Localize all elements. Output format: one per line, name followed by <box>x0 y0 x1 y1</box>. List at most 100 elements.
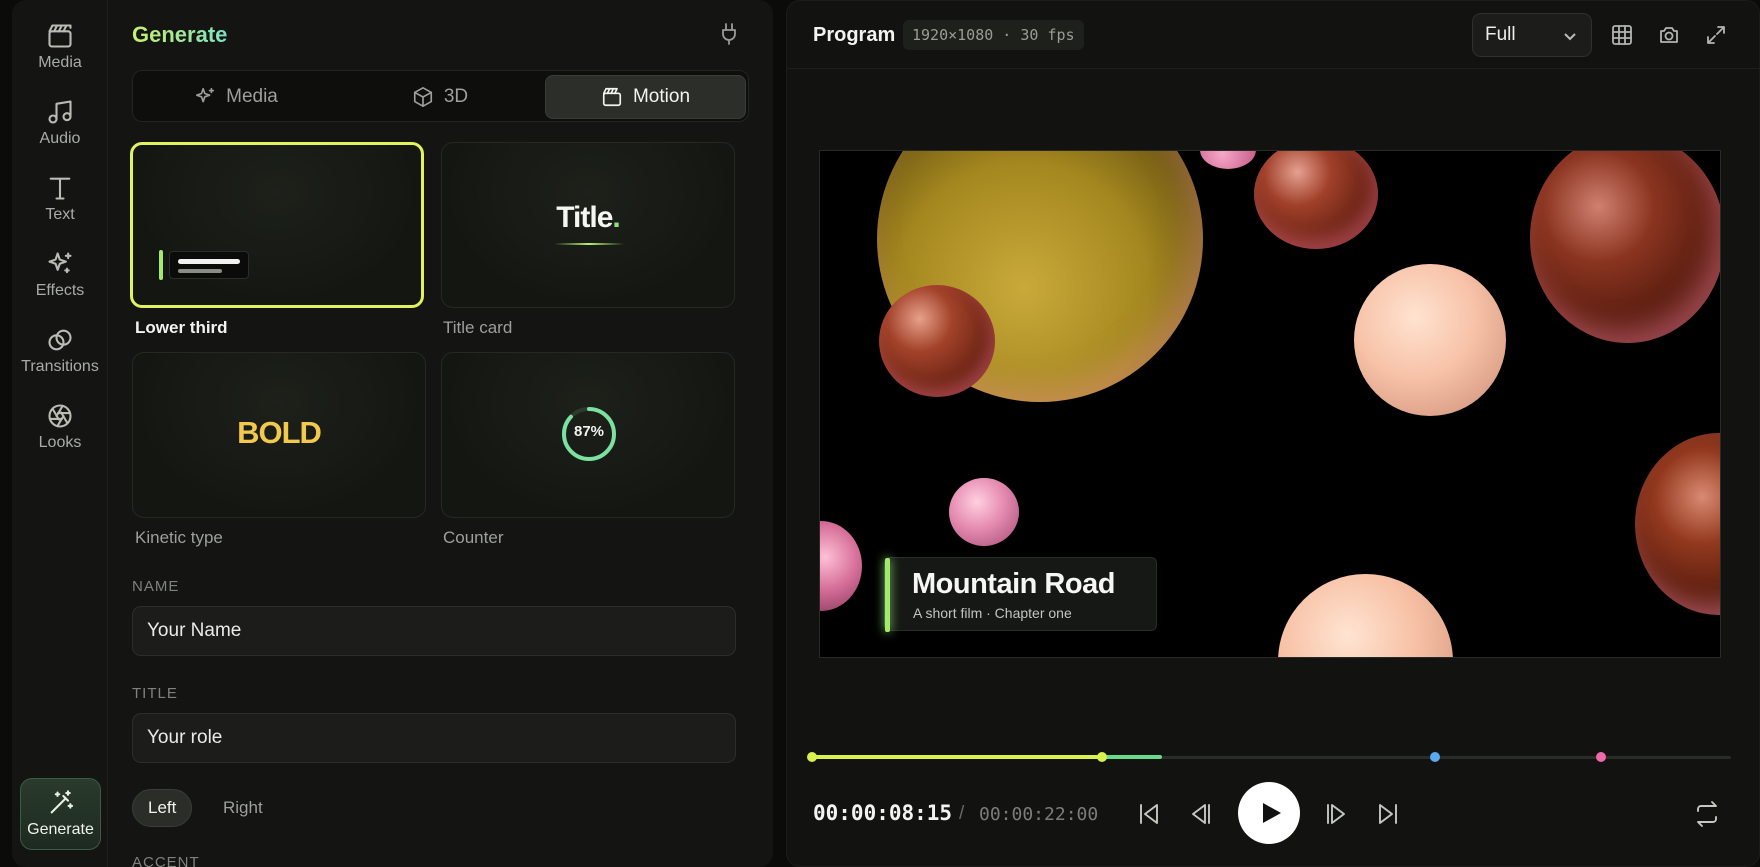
accent-field-label: ACCENT <box>132 854 200 867</box>
loop-icon <box>1697 801 1717 827</box>
clapperboard-icon <box>602 87 622 107</box>
fullscreen-icon[interactable] <box>1704 23 1728 47</box>
left-rail: Media Audio Text Effects Transitions Loo… <box>12 0 108 867</box>
rail-item-label: Looks <box>38 434 82 451</box>
step-back-icon <box>1192 804 1210 824</box>
lower-third-overlay[interactable]: Mountain Road A short film · Chapter one <box>884 557 1157 632</box>
magic-wand-icon <box>50 790 73 814</box>
sphere <box>949 478 1019 546</box>
tab-label: Motion <box>632 86 691 107</box>
preset-card-counter[interactable]: 87% <box>441 352 735 518</box>
overlay-subtitle: A short film · Chapter one <box>913 605 1072 621</box>
lower-third-line <box>178 259 240 264</box>
title-field-label: TITLE <box>132 685 178 702</box>
cube-icon <box>413 87 432 107</box>
grid-icon[interactable] <box>1610 23 1634 47</box>
play-button[interactable] <box>1238 782 1300 844</box>
rail-item-audio[interactable]: Audio <box>12 98 108 164</box>
title-card-preview-text: Title <box>556 201 613 234</box>
rail-item-looks[interactable]: Looks <box>12 402 108 468</box>
chevron-down-icon <box>1564 33 1576 41</box>
aperture-icon <box>48 404 72 428</box>
preset-label: Lower third <box>135 318 228 337</box>
transitions-icon <box>48 329 72 351</box>
playhead[interactable] <box>1097 752 1107 762</box>
skip-end-icon <box>1379 804 1397 824</box>
program-monitor: Program 1920×1080 · 30 fps Full Mountain… <box>786 0 1760 867</box>
kinetic-type-preview: BOLD <box>237 415 322 450</box>
text-icon <box>49 177 71 200</box>
program-spec-badge: 1920×1080 · 30 fps <box>903 20 1084 50</box>
align-left-button[interactable]: Left <box>132 789 193 827</box>
align-right-button[interactable]: Right <box>208 789 278 827</box>
step-forward-button[interactable] <box>1322 798 1354 830</box>
generate-rail-label: Generate <box>27 821 94 838</box>
preset-card-kinetic-type[interactable]: BOLD <box>132 352 426 518</box>
title-card-preview: Title. <box>442 201 734 235</box>
title-card-underline <box>554 243 624 245</box>
lower-third-accent-bar <box>885 558 890 632</box>
rail-item-transitions[interactable]: Transitions <box>12 326 108 392</box>
rail-item-label: Media <box>38 54 82 71</box>
lower-third-preview <box>169 251 249 279</box>
sphere <box>820 521 862 611</box>
step-back-button[interactable] <box>1183 798 1215 830</box>
step-forward-icon <box>1327 804 1345 824</box>
timeline-marker-start[interactable] <box>807 752 817 762</box>
preset-label: Kinetic type <box>135 528 223 547</box>
timeline-progress <box>811 755 1102 759</box>
generate-panel: Generate Media 3D Motion Lower third Tit… <box>108 0 876 867</box>
preset-card-lower-third[interactable] <box>130 142 424 308</box>
skip-start-icon <box>1140 804 1158 824</box>
tab-media[interactable]: Media <box>137 75 335 119</box>
tab-3d[interactable]: 3D <box>341 75 539 119</box>
preset-card-title-card[interactable]: Title. <box>441 142 735 308</box>
clapperboard-icon <box>48 24 72 48</box>
sphere <box>1635 433 1720 615</box>
program-title: Program <box>813 24 896 46</box>
program-viewer[interactable]: Mountain Road A short film · Chapter one <box>819 150 1721 658</box>
tab-label: 3D <box>443 86 469 107</box>
rail-item-label: Text <box>45 206 75 223</box>
sphere <box>1354 264 1506 416</box>
rail-item-effects[interactable]: Effects <box>12 250 108 316</box>
timecode-separator: / <box>959 803 965 824</box>
camera-icon[interactable] <box>1657 23 1681 47</box>
title-field[interactable]: Your role <box>132 713 736 763</box>
rail-item-media[interactable]: Media <box>12 22 108 88</box>
loop-button[interactable] <box>1691 798 1723 830</box>
scrub-timeline[interactable] <box>807 750 1731 766</box>
name-field[interactable]: Your Name <box>132 606 736 656</box>
lower-third-accent-bar <box>159 250 163 280</box>
rail-item-label: Transitions <box>21 358 99 375</box>
generate-rail-button[interactable]: Generate <box>20 778 101 850</box>
current-timecode: 00:00:08:15 <box>813 801 953 825</box>
zoom-select-value: Full <box>1485 24 1516 45</box>
program-header: Program 1920×1080 · 30 fps Full <box>787 1 1760 69</box>
sphere <box>1278 574 1453 657</box>
music-note-icon <box>48 100 72 124</box>
plug-icon[interactable] <box>717 22 741 46</box>
sphere <box>879 285 995 397</box>
zoom-select[interactable]: Full <box>1472 13 1592 57</box>
preset-label: Title card <box>443 318 513 337</box>
sparkles-icon <box>48 252 72 274</box>
tab-motion[interactable]: Motion <box>545 75 746 119</box>
counter-preview-text: 87% <box>573 423 605 440</box>
skip-to-end-button[interactable] <box>1372 798 1404 830</box>
play-icon <box>1263 803 1281 823</box>
skip-to-start-button[interactable] <box>1133 798 1165 830</box>
timeline-marker[interactable] <box>1430 752 1440 762</box>
sparkles-icon <box>196 87 215 103</box>
rail-item-text[interactable]: Text <box>12 174 108 240</box>
sphere <box>1254 151 1378 249</box>
editor-app: Media Audio Text Effects Transitions Loo… <box>0 0 1760 867</box>
overlay-title: Mountain Road <box>912 568 1115 600</box>
timeline-marker[interactable] <box>1596 752 1606 762</box>
name-field-label: NAME <box>132 578 180 595</box>
rail-item-label: Audio <box>39 130 81 147</box>
rail-item-label: Effects <box>35 282 85 299</box>
panel-title: Generate <box>132 22 228 47</box>
lower-third-line <box>178 269 222 273</box>
tab-label: Media <box>226 86 278 107</box>
